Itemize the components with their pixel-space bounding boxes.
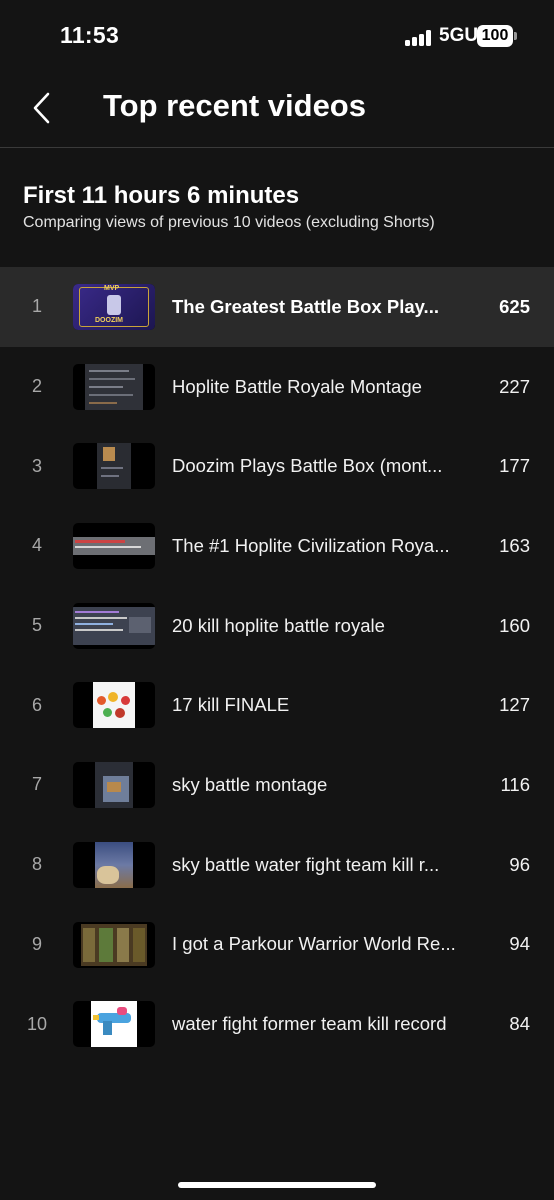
video-thumbnail (73, 841, 155, 888)
video-title: Doozim Plays Battle Box (mont... (172, 455, 443, 477)
video-thumbnail (73, 443, 155, 490)
video-title: sky battle water fight team kill r... (172, 853, 440, 875)
video-thumbnail (73, 921, 155, 968)
video-row[interactable]: 4 The #1 Hoplite Civilization Roya... 16… (0, 506, 554, 586)
view-count: 127 (499, 694, 530, 716)
rank-number: 8 (31, 854, 42, 875)
rank-number: 6 (31, 694, 42, 715)
view-count: 116 (500, 773, 531, 795)
video-thumbnail (73, 762, 155, 809)
video-title: The Greatest Battle Box Play... (172, 295, 439, 317)
video-title: water fight former team kill record (172, 1013, 447, 1035)
video-thumbnail (73, 682, 155, 729)
video-list: 1 MVP DOOZIM The Greatest Battle Box Pla… (0, 267, 554, 1064)
thumbnail-mvp-text: MVP (104, 285, 120, 292)
back-button[interactable] (20, 86, 64, 130)
video-row[interactable]: 10 water fight former team kill record 8… (0, 984, 554, 1064)
video-row[interactable]: 5 20 kill hoplite battle royale 160 (0, 586, 554, 666)
video-title: 20 kill hoplite battle royale (172, 614, 385, 636)
page-title: Top recent videos (103, 88, 366, 123)
video-title: 17 kill FINALE (172, 694, 290, 716)
rank-number: 10 (26, 1013, 48, 1034)
view-count: 177 (499, 455, 530, 477)
status-time: 11:53 (60, 22, 120, 48)
video-title: Hoplite Battle Royale Montage (172, 375, 422, 397)
section-title: First 11 hours 6 minutes (23, 182, 300, 209)
video-row[interactable]: 6 17 kill FINALE 127 (0, 665, 554, 745)
video-title: I got a Parkour Warrior World Re... (172, 933, 456, 955)
video-row[interactable]: 7 sky battle montage 116 (0, 745, 554, 825)
video-row[interactable]: 2 Hoplite Battle Royale Montage 227 (0, 347, 554, 427)
header: Top recent videos (0, 72, 554, 148)
view-count: 625 (499, 295, 530, 317)
view-count: 84 (509, 1013, 530, 1035)
video-row[interactable]: 8 sky battle water fight team kill r... … (0, 825, 554, 905)
thumbnail-name-text: DOOZIM (95, 317, 123, 324)
view-count: 160 (499, 614, 530, 636)
video-thumbnail (73, 363, 155, 410)
rank-number: 3 (31, 455, 42, 476)
view-count: 94 (509, 933, 530, 955)
view-count: 96 (509, 853, 530, 875)
view-count: 227 (499, 375, 530, 397)
rank-number: 1 (31, 296, 42, 317)
rank-number: 9 (31, 933, 42, 954)
chevron-left-icon (33, 92, 50, 124)
view-count: 163 (499, 534, 530, 556)
rank-number: 7 (31, 774, 42, 795)
screen: 11:53 5GUC 100 Top recent videos First 1… (0, 0, 554, 1200)
video-thumbnail (73, 523, 155, 570)
video-title: The #1 Hoplite Civilization Roya... (172, 534, 450, 556)
video-thumbnail: MVP DOOZIM (73, 284, 155, 330)
video-row[interactable]: 9 I got a Parkour Warrior World Re... 94 (0, 905, 554, 985)
video-thumbnail (73, 1001, 155, 1048)
battery-icon: 100 (477, 25, 513, 47)
home-indicator[interactable] (178, 1182, 376, 1188)
rank-number: 2 (31, 376, 42, 397)
rank-number: 5 (31, 615, 42, 636)
video-title: sky battle montage (172, 773, 328, 795)
video-row[interactable]: 3 Doozim Plays Battle Box (mont... 177 (0, 426, 554, 506)
battery-tip (514, 32, 517, 40)
cellular-signal-icon (405, 30, 431, 46)
status-bar: 11:53 5GUC 100 (0, 0, 554, 72)
video-thumbnail (73, 602, 155, 649)
rank-number: 4 (31, 535, 42, 556)
section-subtitle: Comparing views of previous 10 videos (e… (23, 214, 435, 231)
video-row[interactable]: 1 MVP DOOZIM The Greatest Battle Box Pla… (0, 267, 554, 347)
